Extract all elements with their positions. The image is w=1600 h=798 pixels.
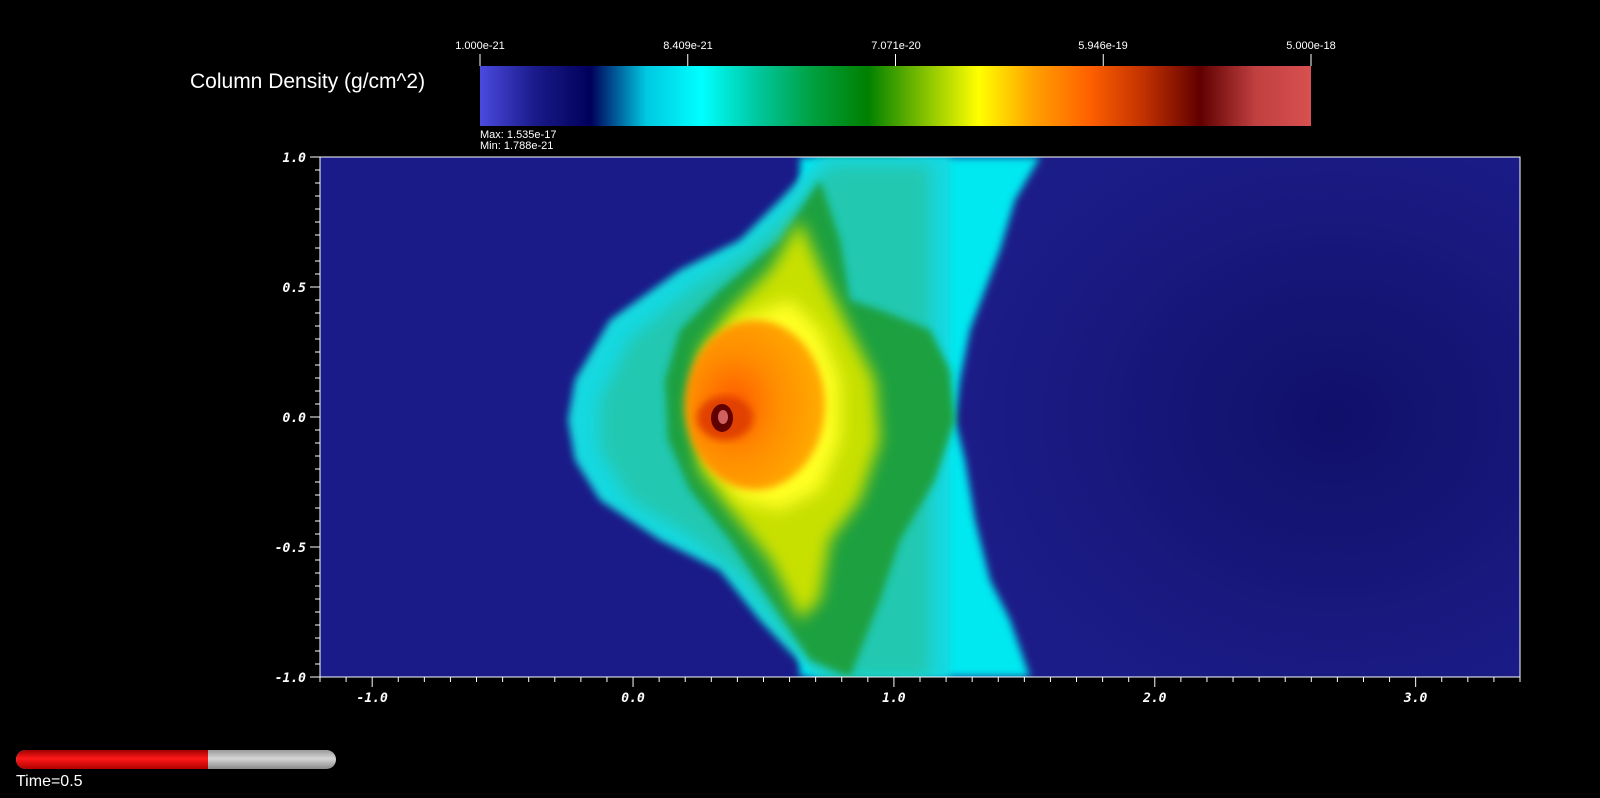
x-tick-label: 2.0 (1142, 691, 1167, 706)
y-tick-label: 1.0 (283, 151, 307, 166)
x-tick-label: -1.0 (357, 691, 388, 706)
time-progress-fill (16, 750, 208, 769)
x-tick-label: 3.0 (1403, 691, 1428, 706)
visualization-canvas: Column Density (g/cm^2) 1.000e-21 8.409e… (0, 0, 1600, 798)
density-field (320, 157, 1520, 677)
y-tick-label: -0.5 (275, 541, 306, 556)
density-plot: -1.0 0.0 1.0 2.0 3.0 1.0 0.5 0.0 -0.5 -1.0 (275, 151, 1521, 706)
y-tick-label: 0.5 (283, 281, 307, 296)
dense-core-center (718, 410, 728, 424)
time-progress-bar[interactable] (16, 750, 336, 769)
y-tick-label: -1.0 (275, 671, 306, 686)
x-tick-label: 1.0 (882, 691, 906, 706)
x-tick-label: 0.0 (621, 691, 645, 706)
y-tick-label: 0.0 (283, 411, 307, 426)
time-label: Time=0.5 (16, 773, 83, 790)
